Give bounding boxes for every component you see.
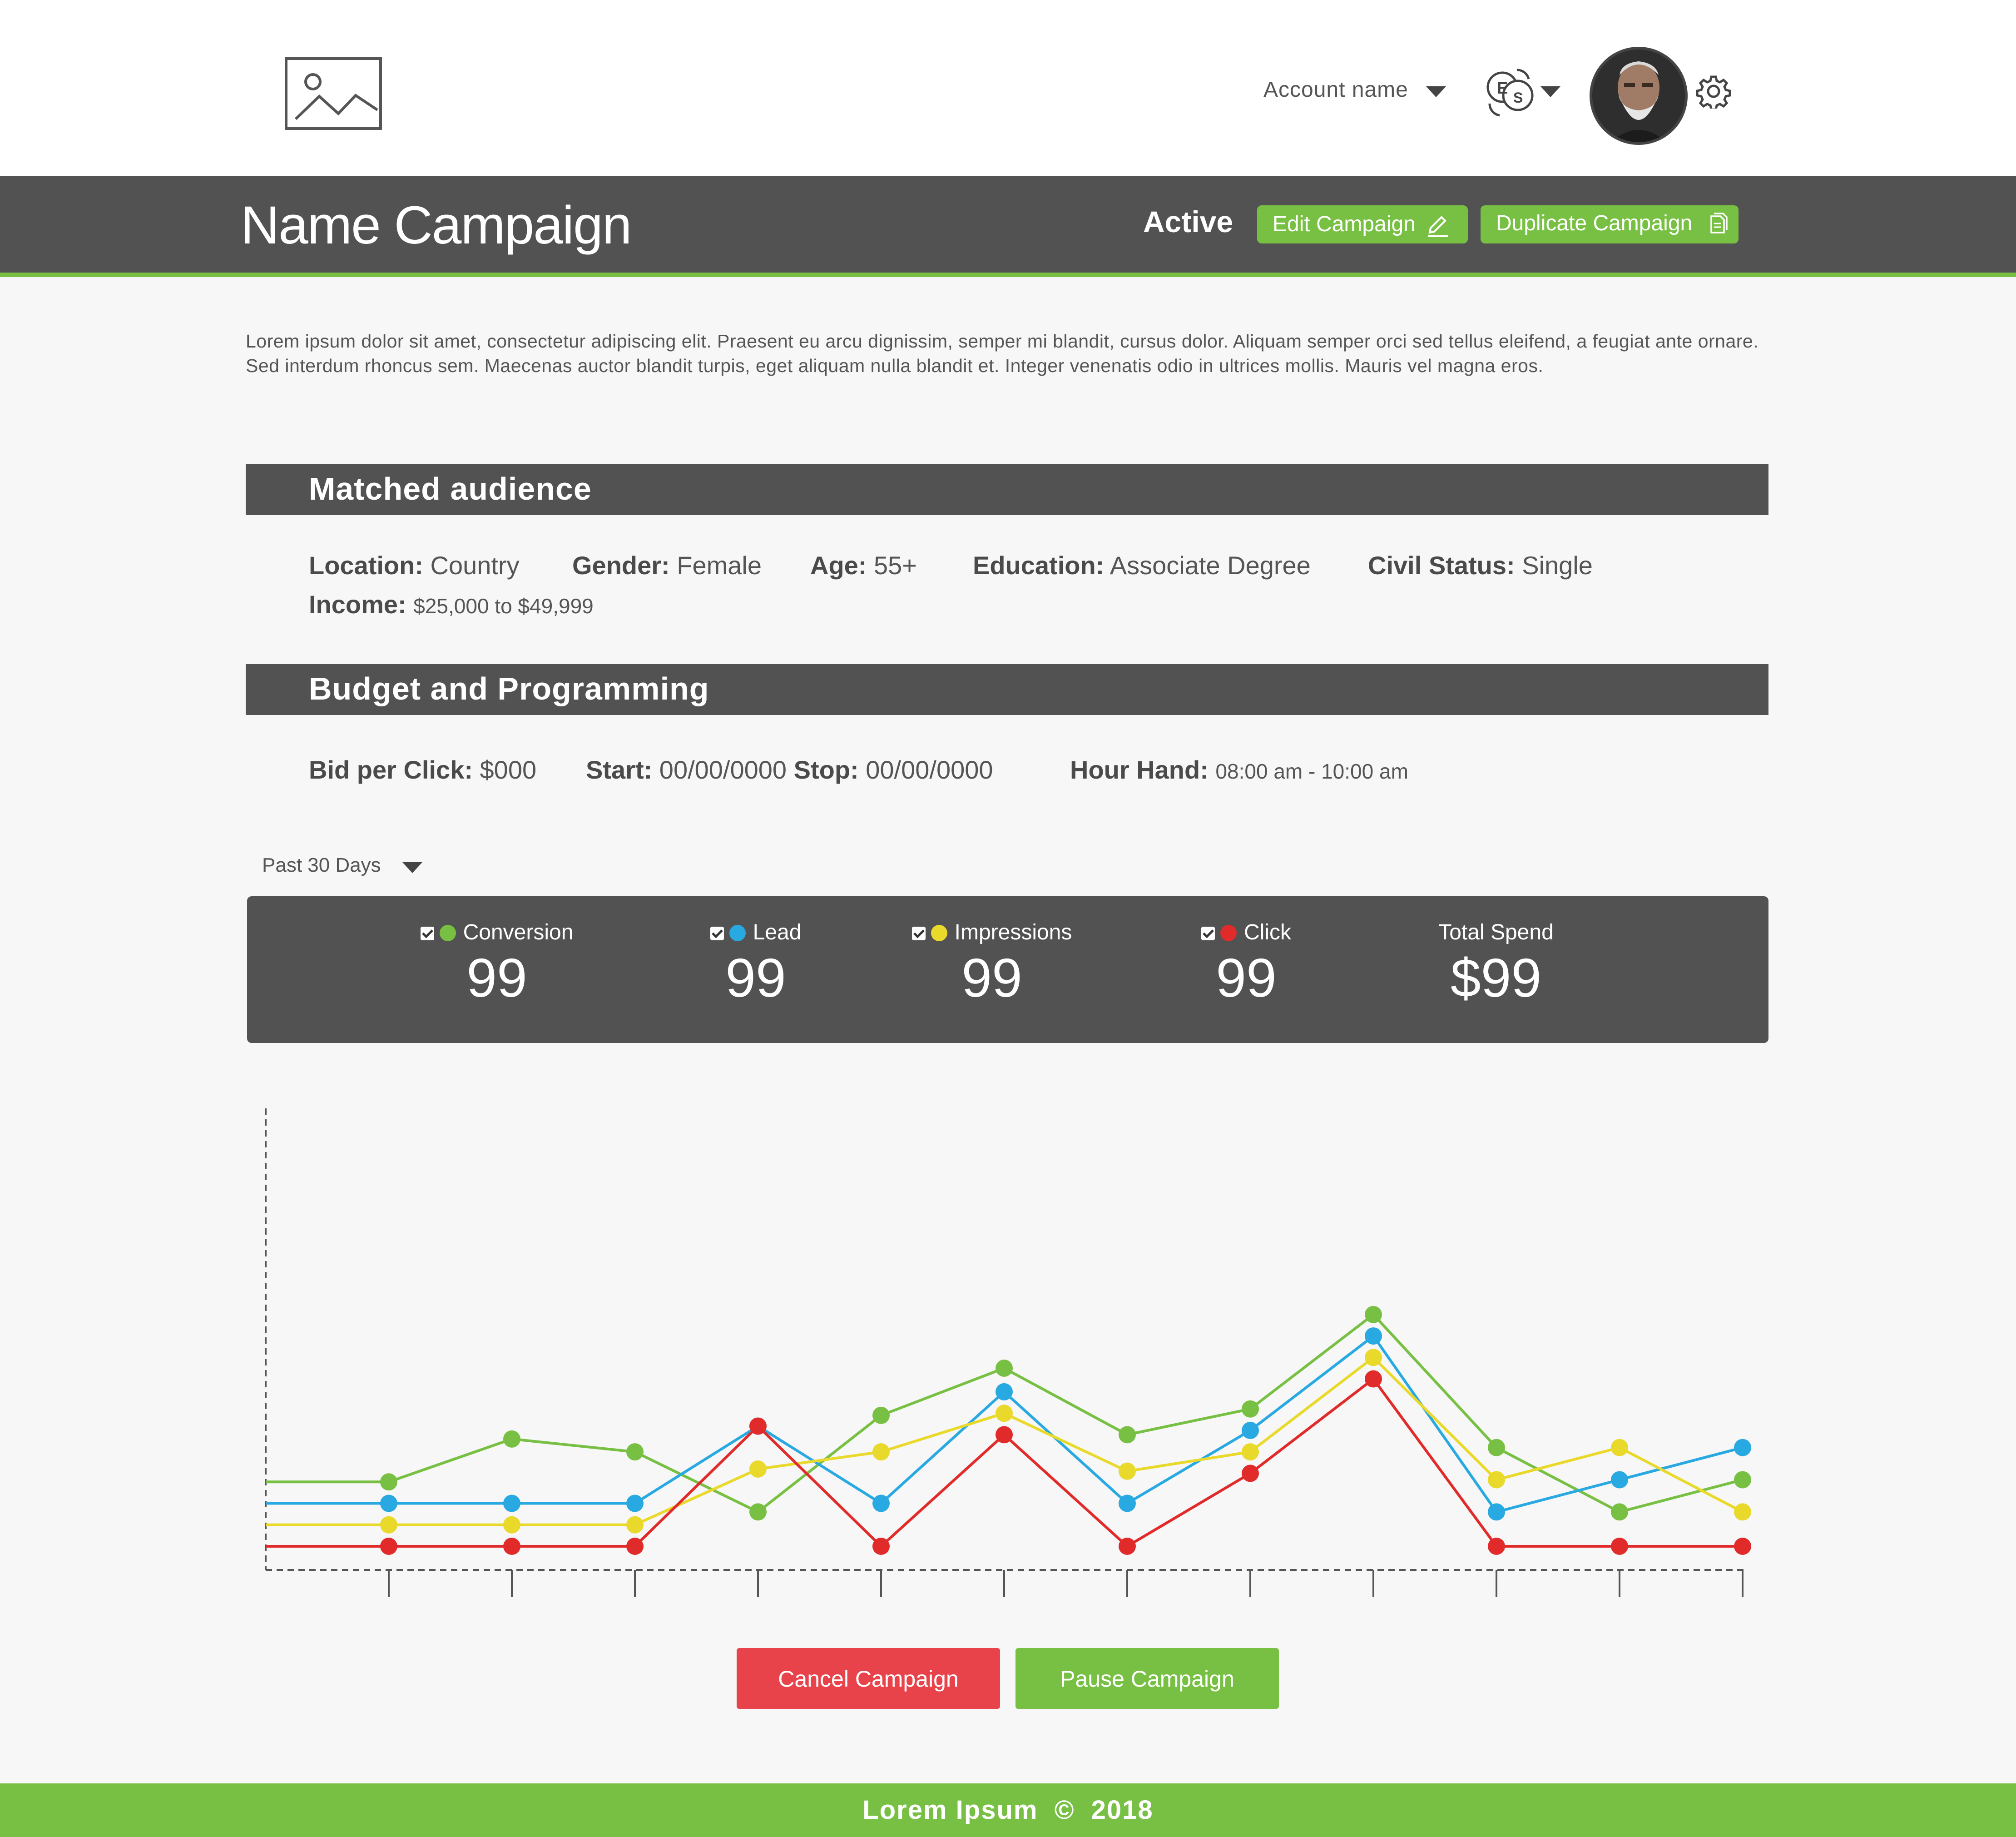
data-point-lead — [380, 1494, 397, 1512]
data-point-conversion — [1365, 1306, 1382, 1323]
data-point-conversion — [503, 1430, 520, 1448]
performance-line-chart — [265, 1108, 1751, 1597]
data-point-click — [626, 1538, 644, 1555]
data-point-lead — [1365, 1327, 1382, 1345]
data-point-impressions — [1611, 1439, 1628, 1456]
data-point-lead — [1119, 1494, 1136, 1512]
data-point-impressions — [503, 1516, 520, 1534]
data-point-click — [1611, 1538, 1628, 1555]
data-point-impressions — [1734, 1503, 1751, 1521]
data-point-click — [1734, 1538, 1751, 1555]
cancel-campaign-button[interactable]: Cancel Campaign — [737, 1648, 1000, 1709]
data-point-conversion — [1242, 1400, 1259, 1418]
data-point-lead — [503, 1494, 520, 1512]
footer: Lorem Ipsum © 2018 — [0, 1783, 2016, 1837]
series-line-click — [266, 1377, 1743, 1549]
data-point-click — [503, 1538, 520, 1555]
data-point-conversion — [1611, 1503, 1628, 1521]
data-point-impressions — [749, 1460, 767, 1478]
data-point-impressions — [1365, 1349, 1382, 1366]
pause-campaign-button[interactable]: Pause Campaign — [1015, 1648, 1279, 1709]
data-point-click — [1488, 1538, 1505, 1555]
data-point-conversion — [380, 1473, 397, 1491]
data-point-impressions — [1488, 1471, 1505, 1489]
data-point-conversion — [1488, 1439, 1505, 1456]
data-point-click — [996, 1426, 1013, 1444]
data-point-impressions — [1242, 1443, 1259, 1461]
data-point-click — [380, 1538, 397, 1555]
data-point-click — [1242, 1465, 1259, 1482]
data-point-conversion — [1119, 1426, 1136, 1444]
data-point-lead — [1488, 1503, 1505, 1521]
data-point-conversion — [626, 1443, 644, 1461]
data-point-click — [1119, 1538, 1136, 1555]
data-point-lead — [626, 1494, 644, 1512]
data-point-lead — [1242, 1421, 1259, 1439]
data-point-lead — [1611, 1471, 1628, 1489]
data-point-click — [1365, 1370, 1382, 1388]
data-point-impressions — [380, 1516, 397, 1534]
data-point-impressions — [626, 1516, 644, 1534]
data-point-lead — [996, 1383, 1013, 1400]
data-point-lead — [1734, 1439, 1751, 1456]
data-point-impressions — [872, 1443, 890, 1461]
data-point-lead — [872, 1494, 890, 1512]
data-point-conversion — [1734, 1471, 1751, 1489]
data-point-conversion — [996, 1359, 1013, 1377]
data-point-conversion — [749, 1503, 767, 1521]
data-point-conversion — [872, 1406, 890, 1424]
footer-text: Lorem Ipsum © 2018 — [862, 1795, 1154, 1825]
data-point-impressions — [996, 1405, 1013, 1422]
data-point-click — [749, 1417, 767, 1435]
data-point-click — [872, 1538, 890, 1555]
data-point-impressions — [1119, 1462, 1136, 1480]
